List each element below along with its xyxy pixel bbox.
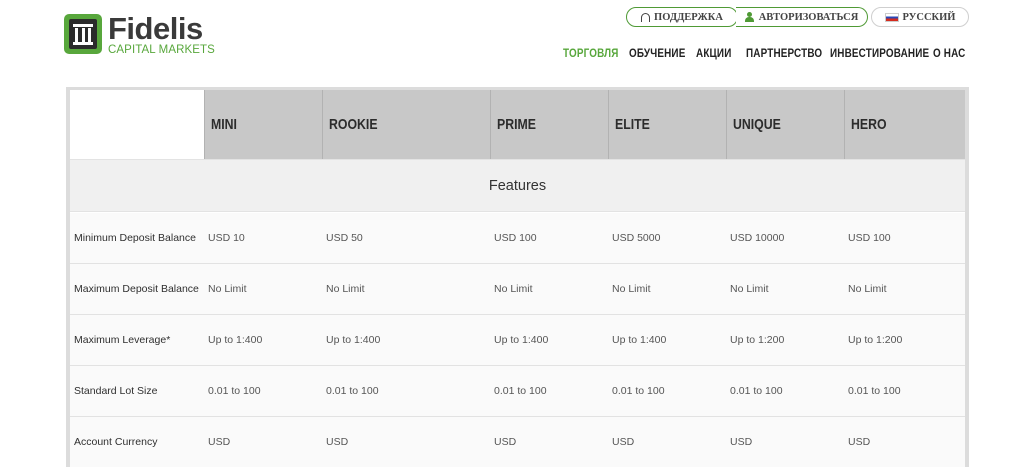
nav-item-partnership[interactable]: ПАРТНЕРСТВО	[746, 48, 822, 60]
language-label: РУССКИЙ	[902, 11, 956, 23]
headset-icon	[641, 12, 651, 22]
column-header-mini: MINI	[204, 90, 322, 159]
table-header: MINI ROOKIE PRIME ELITE UNIQUE HERO	[70, 90, 965, 159]
nav-item-trading[interactable]: ТОРГОВЛЯ	[563, 48, 620, 60]
table-cell: 0.01 to 100	[730, 385, 783, 397]
row-label: Standard Lot Size	[74, 385, 158, 397]
russia-flag-icon	[884, 12, 899, 22]
table-cell: USD 100	[494, 232, 537, 244]
nav-item-about[interactable]: О НАС	[933, 48, 965, 60]
table-cell: Up to 1:400	[494, 334, 549, 346]
support-label: ПОДДЕРЖКА	[654, 11, 723, 23]
table-cell: USD 5000	[612, 232, 661, 244]
nav-item-promotions[interactable]: АКЦИИ	[696, 48, 739, 60]
table-row: Minimum Deposit Balance USD 10 USD 50 USD 1…	[70, 213, 965, 264]
column-header-elite: ELITE	[608, 90, 726, 159]
brand-logo[interactable]: Fidelis CAPITAL MARKETS	[64, 11, 215, 58]
table-cell: USD 50	[326, 232, 363, 244]
row-label: Maximum Leverage*	[74, 334, 171, 346]
user-icon	[744, 11, 755, 23]
login-label: АВТОРИЗОВАТЬСЯ	[758, 11, 859, 23]
column-header-hero: HERO	[844, 90, 965, 159]
table-cell: 0.01 to 100	[848, 385, 901, 397]
column-header-prime: PRIME	[490, 90, 608, 159]
main-nav: ТОРГОВЛЯ ОБУЧЕНИЕ АКЦИИ ПАРТНЕРСТВО ИНВЕ…	[563, 48, 968, 60]
row-label: Maximum Deposit Balance	[74, 283, 199, 295]
features-title: Features	[488, 177, 547, 194]
table-cell: Up to 1:200	[848, 334, 903, 346]
account-types-table: MINI ROOKIE PRIME ELITE UNIQUE HERO Feat…	[66, 87, 969, 467]
table-cell: 0.01 to 100	[326, 385, 379, 397]
table-cell: USD 10	[208, 232, 245, 244]
table-row: Maximum Leverage* Up to 1:400 Up to 1:400 U…	[70, 315, 965, 366]
table-row: Account Currency USD USD USD USD USD USD	[70, 417, 965, 467]
table-cell: USD 100	[848, 232, 891, 244]
table-cell: USD	[612, 436, 635, 448]
table-cell: Up to 1:200	[730, 334, 785, 346]
table-row: Standard Lot Size 0.01 to 100 0.01 to 100 0…	[70, 366, 965, 417]
table-cell: 0.01 to 100	[494, 385, 547, 397]
login-button[interactable]: АВТОРИЗОВАТЬСЯ	[736, 7, 868, 27]
header-blank-cell	[70, 90, 204, 159]
table-cell: No Limit	[494, 283, 533, 295]
table-cell: No Limit	[848, 283, 887, 295]
table-cell: No Limit	[612, 283, 651, 295]
nav-item-investing[interactable]: ИНВЕСТИРОВАНИЕ	[830, 48, 929, 60]
column-header-unique: UNIQUE	[726, 90, 844, 159]
brand-subtitle: CAPITAL MARKETS	[108, 44, 215, 56]
table-cell: USD 10000	[730, 232, 785, 244]
table-row: Maximum Deposit Balance No Limit No Limit N…	[70, 264, 965, 315]
table-cell: Up to 1:400	[612, 334, 667, 346]
table-cell: USD	[730, 436, 753, 448]
table-cell: USD	[326, 436, 349, 448]
row-label: Account Currency	[74, 436, 158, 448]
table-cell: Up to 1:400	[208, 334, 263, 346]
row-label: Minimum Deposit Balance	[74, 232, 196, 244]
nav-item-education[interactable]: ОБУЧЕНИЕ	[629, 48, 687, 60]
table-cell: Up to 1:400	[326, 334, 381, 346]
table-cell: USD	[208, 436, 231, 448]
table-cell: 0.01 to 100	[612, 385, 665, 397]
brand-name: Fidelis	[108, 11, 203, 46]
table-cell: No Limit	[730, 283, 769, 295]
table-cell: No Limit	[326, 283, 365, 295]
features-section-header: Features	[70, 159, 965, 212]
table-cell: No Limit	[208, 283, 247, 295]
language-selector[interactable]: РУССКИЙ	[871, 7, 969, 27]
support-button[interactable]: ПОДДЕРЖКА	[626, 7, 738, 27]
table-cell: USD	[494, 436, 517, 448]
table-cell: USD	[848, 436, 871, 448]
column-logo-icon	[64, 14, 102, 54]
column-header-rookie: ROOKIE	[322, 90, 490, 159]
table-cell: 0.01 to 100	[208, 385, 261, 397]
